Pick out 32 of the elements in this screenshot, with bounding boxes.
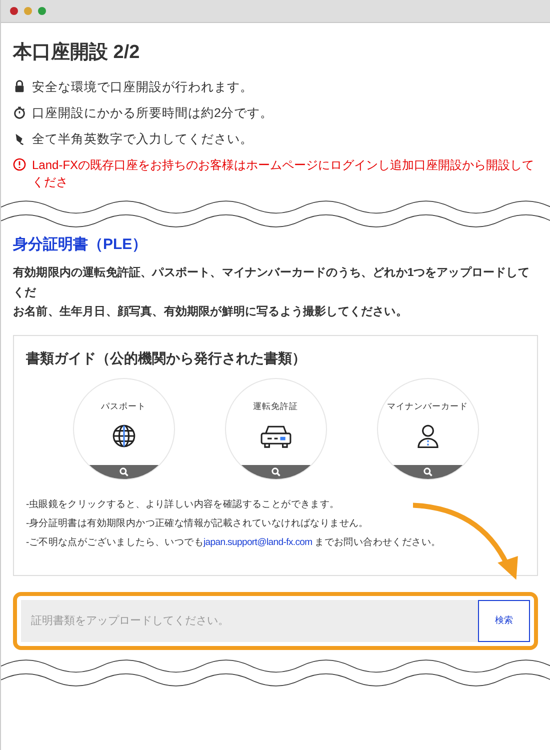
guide-note: -ご不明な点がございましたら、いつでもjapan.support@land-fx.com までお問い合わせください。 [26,536,442,549]
search-icon [270,466,280,477]
notice-text: 全て半角英数字で入力してください。 [32,131,253,148]
guide-title: 書類ガイド（公的機関から発行された書類） [26,350,307,368]
upload-field[interactable]: 証明書類をアップロードしてください。 [21,600,478,642]
search-icon [118,466,128,477]
document-label: パスポート [101,400,146,413]
notice-text: 安全な環境で口座開設が行われます。 [32,79,253,96]
section-heading: 身分証明書（PLE） [13,235,148,254]
page-title: 本口座開設 2/2 [13,40,141,65]
lock-icon [13,80,26,93]
document-label: 運転免許証 [253,400,298,413]
minimize-dot-icon[interactable] [24,7,32,15]
document-card[interactable]: マイナンバーカード [376,378,478,480]
globe-icon [110,422,136,449]
document-card[interactable]: 運転免許証 [224,378,326,480]
document-label: マイナンバーカード [387,400,468,413]
exclamation-circle-icon [13,158,26,171]
document-card[interactable]: パスポート [72,378,174,480]
section-description: 有効期限内の運転免許証、パスポート、マイナンバーカードのうち、どれか1つをアップロードしてくだ お名前、生年月日、顔写真、有効期限が鮮明に写るよう撮影してください。 [13,265,530,320]
maximize-dot-icon[interactable] [38,7,46,15]
email-link[interactable]: japan.support@land-fx.com [203,536,312,548]
search-button[interactable]: 検索 [478,600,530,642]
person-icon [414,422,440,449]
guide-note: -身分証明書は有効期限内かつ正確な情報が記載されていなければなりません。 [26,516,370,530]
notice-text: Land-FXの既存口座をお持ちのお客様はホームページにログインし追加口座開設から開設してくださ [32,157,536,191]
pen-nib-icon [13,132,26,145]
close-dot-icon[interactable] [10,7,18,15]
search-icon [422,466,432,477]
notice-text: 口座開設にかかる所要時間は約2分です。 [32,105,273,122]
guide-note: -虫眼鏡をクリックすると、より詳しい内容を確認することができます。 [26,498,340,511]
stopwatch-icon [13,106,26,119]
